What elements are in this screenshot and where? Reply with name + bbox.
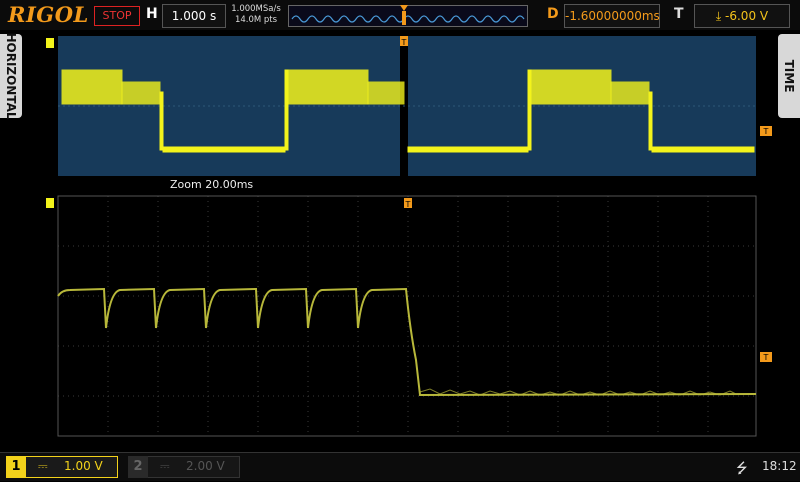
zoom-window-border (57, 195, 757, 437)
overview-trigger-marker (400, 5, 408, 11)
channel-1-number[interactable]: 1 (6, 456, 26, 478)
usb-icon: ⭍ (736, 461, 748, 477)
trigger-level-label-main: T (763, 127, 769, 136)
ch1-ground-marker-zoom (46, 198, 54, 208)
trigger-level-label-zoom: T (763, 353, 769, 362)
ch1-ground-marker-main (46, 38, 54, 48)
system-clock: 18:12 (762, 459, 797, 473)
trigger-position-label-zoom: T (405, 200, 411, 209)
dc-coupling-icon: ⎓ (38, 459, 48, 473)
zoom-window-grid (58, 196, 756, 436)
overview-waveform (291, 15, 525, 23)
channel-2-scale: 2.00 V (186, 459, 225, 473)
channel-2-number[interactable]: 2 (128, 456, 148, 478)
waveform-display: T T T T (46, 5, 772, 437)
dc-coupling-icon: ⎓ (160, 459, 170, 473)
bottom-status-bar (0, 452, 800, 481)
zoom-trace (57, 287, 757, 397)
channel-1-scale: 1.00 V (64, 459, 103, 473)
overview-window (402, 11, 406, 25)
trigger-position-label-main: T (401, 38, 407, 47)
zoom-timebase-label: Zoom 20.00ms (170, 178, 254, 191)
